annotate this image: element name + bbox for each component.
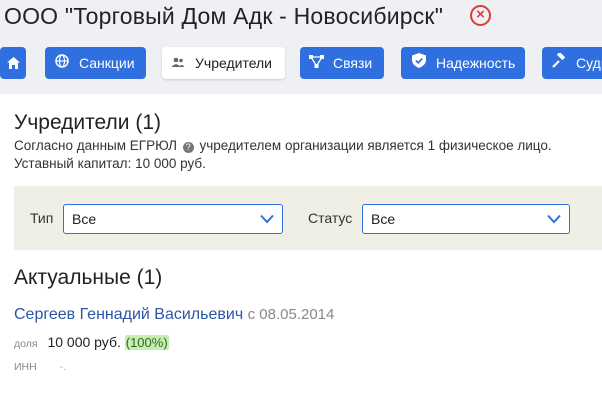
- globe-icon: [53, 47, 71, 79]
- inn-label: ИНН: [14, 361, 37, 373]
- chevron-down-icon: [260, 214, 274, 224]
- type-filter-select[interactable]: Все: [63, 204, 283, 234]
- company-header: ООО "Торговый Дом Адк - Новосибирск" × С…: [0, 0, 602, 94]
- tab-home[interactable]: [0, 47, 26, 79]
- tab-label: Суды: [576, 55, 602, 71]
- founder-share: доля 10 000 руб. (100%): [14, 333, 169, 353]
- founder-since-date: с 08.05.2014: [247, 306, 335, 323]
- company-title: ООО "Торговый Дом Адк - Новосибирск": [4, 3, 444, 29]
- authorized-capital: Уставный капитал: 10 000 руб.: [14, 156, 206, 171]
- type-filter-value: Все: [72, 211, 97, 227]
- type-filter-label: Тип: [30, 210, 54, 226]
- actual-founders-title: Актуальные (1): [14, 266, 163, 289]
- gavel-icon: [550, 47, 568, 79]
- shield-check-icon: [410, 47, 428, 79]
- network-icon: [307, 47, 325, 79]
- founder-name-link[interactable]: Сергеев Геннадий Васильевич: [14, 306, 243, 323]
- chevron-down-icon: [547, 214, 561, 224]
- share-value: 10 000 руб.: [47, 334, 121, 350]
- section-tabs: Санкции Учредители Связи Надежность Суды: [0, 47, 602, 79]
- inn-value: -.: [59, 361, 67, 373]
- founders-title: Учредители (1): [14, 111, 162, 134]
- question-icon[interactable]: ?: [182, 142, 194, 153]
- desc-before: Согласно данным ЕГРЮЛ: [14, 138, 177, 153]
- tab-label: Надежность: [436, 55, 516, 71]
- founder-inn: ИНН -.: [14, 360, 66, 374]
- people-icon: [169, 47, 187, 79]
- share-label: доля: [14, 338, 38, 350]
- close-icon[interactable]: ×: [470, 5, 491, 26]
- home-icon: [6, 57, 20, 69]
- filter-panel: Тип Все Статус Все: [14, 186, 602, 250]
- status-filter-select[interactable]: Все: [362, 204, 570, 234]
- tab-founders[interactable]: Учредители: [162, 47, 285, 79]
- status-filter-label: Статус: [308, 210, 353, 226]
- share-percent-badge: (100%): [124, 335, 169, 350]
- status-filter-value: Все: [371, 211, 396, 227]
- tab-courts[interactable]: Суды: [542, 47, 602, 79]
- founders-description: Согласно данным ЕГРЮЛ ? учредителем орга…: [14, 137, 552, 155]
- tab-reliability[interactable]: Надежность: [401, 47, 525, 79]
- tab-label: Санкции: [79, 55, 135, 71]
- tab-sanctions[interactable]: Санкции: [45, 47, 146, 79]
- tab-links[interactable]: Связи: [300, 47, 384, 79]
- tab-label: Учредители: [195, 55, 273, 71]
- founder-row: Сергеев Геннадий Васильевич с 08.05.2014: [14, 305, 334, 325]
- desc-after: учредителем организации является 1 физич…: [199, 138, 552, 153]
- tab-label: Связи: [333, 55, 373, 71]
